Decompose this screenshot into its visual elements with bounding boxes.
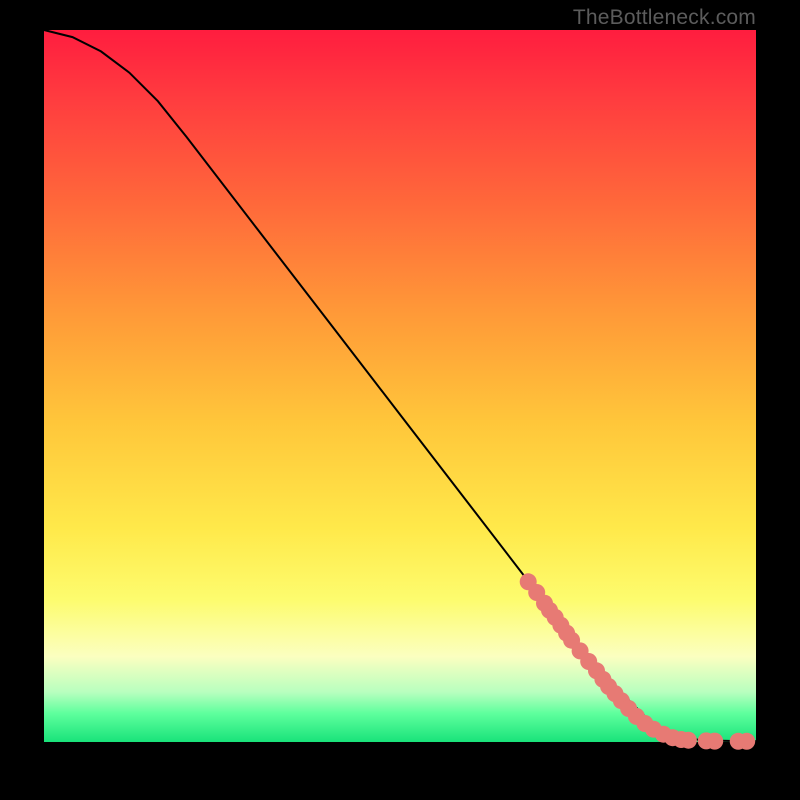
data-point (706, 733, 723, 750)
data-point (738, 733, 755, 750)
watermark-label: TheBottleneck.com (573, 6, 756, 30)
data-points (520, 573, 756, 750)
curve-line (44, 30, 756, 741)
chart-overlay (44, 30, 756, 742)
data-point (680, 732, 697, 749)
chart-frame: TheBottleneck.com (0, 0, 800, 800)
